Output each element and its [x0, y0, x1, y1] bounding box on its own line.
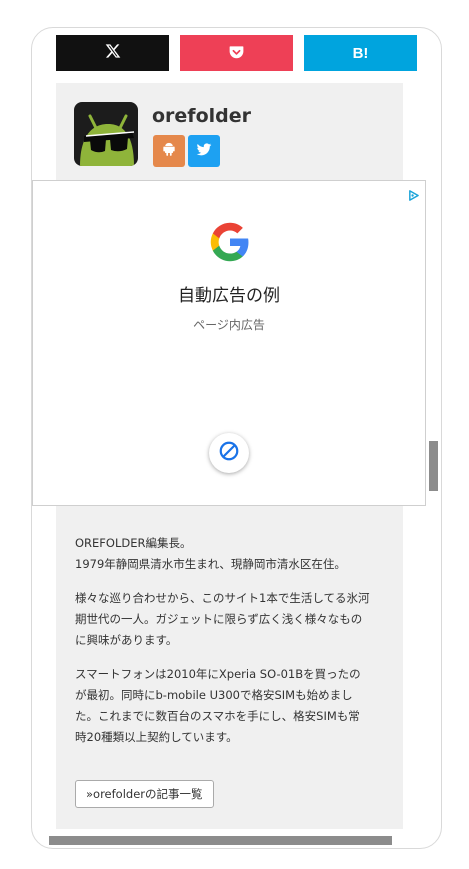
- bio-line: 時20種類以上契約しています。: [75, 730, 238, 744]
- author-social-links: [153, 135, 220, 167]
- author-avatar: [74, 102, 138, 166]
- google-g-logo: [209, 221, 251, 267]
- bio-line: が最初。同時にb-mobile U300で格安SIMも始めまし: [75, 688, 353, 702]
- bio-line: た。これまでに数百台のスマホを手にし、格安SIMも常: [75, 709, 360, 723]
- author-bio: OREFOLDER編集長。 1979年静岡県清水市生まれ、現静岡市清水区在住。 …: [75, 533, 391, 761]
- bio-line: OREFOLDER編集長。: [75, 536, 192, 550]
- bio-line: 様々な巡り合わせから、このサイト1本で生活してる氷河: [75, 591, 370, 605]
- share-hatena-button[interactable]: B!: [304, 35, 417, 71]
- horizontal-scrollbar[interactable]: [49, 836, 392, 845]
- twitter-link[interactable]: [188, 135, 220, 167]
- share-pocket-button[interactable]: [180, 35, 293, 71]
- auto-ad-example[interactable]: 自動広告の例 ページ内広告: [32, 180, 426, 506]
- bio-line: に興味があります。: [75, 633, 178, 647]
- bio-paragraph: OREFOLDER編集長。 1979年静岡県清水市生まれ、現静岡市清水区在住。: [75, 533, 391, 575]
- author-name[interactable]: orefolder: [152, 105, 251, 127]
- bio-line: スマートフォンは2010年にXperia SO-01Bを買ったの: [75, 667, 361, 681]
- block-ad-icon: [218, 440, 240, 466]
- vertical-scrollbar[interactable]: [429, 441, 438, 491]
- ad-title: 自動広告の例: [178, 286, 280, 306]
- share-x-button[interactable]: [56, 35, 169, 71]
- feedly-link[interactable]: [153, 135, 185, 167]
- bio-line: 1979年静岡県清水市生まれ、現静岡市清水区在住。: [75, 557, 346, 571]
- ad-subtitle: ページ内広告: [193, 318, 265, 332]
- bio-paragraph: 様々な巡り合わせから、このサイト1本で生活してる氷河 期世代の一人。ガジェットに…: [75, 588, 391, 651]
- phone-frame: B! orefolder OREFOLDER編集長。 1979年静岡県清水市生ま…: [31, 27, 442, 849]
- hatena-label: B!: [352, 44, 369, 62]
- share-buttons: B!: [56, 35, 417, 71]
- pocket-icon: [229, 44, 244, 63]
- bio-line: 期世代の一人。ガジェットに限らず広く浅く様々なもの: [75, 612, 363, 626]
- x-logo-icon: [105, 43, 121, 63]
- author-posts-button[interactable]: »orefolderの記事一覧: [75, 780, 214, 808]
- android-icon: [161, 141, 177, 161]
- bio-paragraph: スマートフォンは2010年にXperia SO-01Bを買ったの が最初。同時に…: [75, 664, 391, 748]
- adchoices-icon[interactable]: [408, 186, 419, 205]
- block-ad-button[interactable]: [209, 433, 249, 473]
- twitter-bird-icon: [196, 142, 212, 161]
